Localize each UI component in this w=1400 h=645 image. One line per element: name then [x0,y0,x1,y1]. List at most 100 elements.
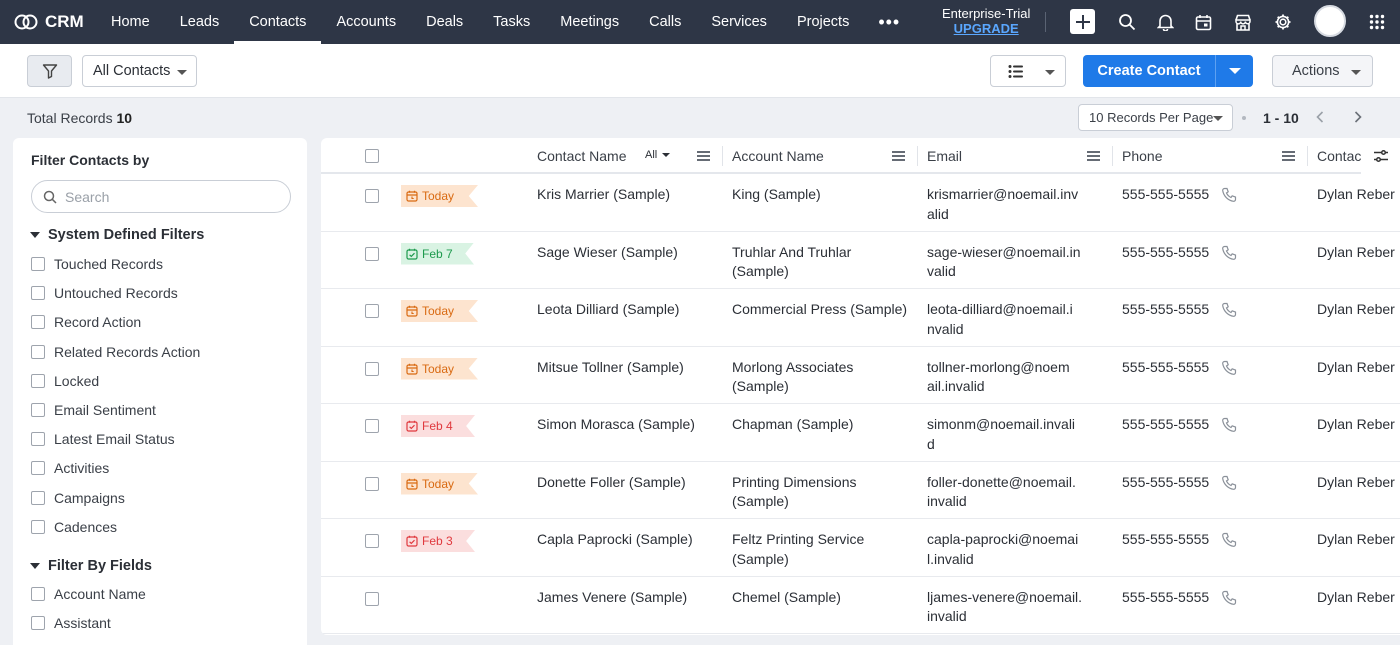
system-filter-item[interactable]: Record Action [31,314,141,330]
nav-item-projects[interactable]: Projects [782,0,864,44]
activity-tag[interactable]: Feb 7 [401,242,474,265]
table-row[interactable]: Feb 3 Capla Paprocki (Sample) Feltz Printi… [321,519,1400,577]
activity-tag[interactable]: Today [401,185,478,207]
filter-checkbox[interactable] [31,616,45,630]
activity-tag[interactable]: Feb 3 [401,530,475,552]
phone-call-button[interactable] [1221,187,1238,207]
table-row[interactable]: James Venere (Sample) Chemel (Sample) ljam… [321,577,1400,634]
filter-checkbox[interactable] [31,373,45,388]
table-row[interactable]: Today Kris Marrier (Sample) King (Sample) k… [321,174,1400,232]
nav-item-meetings[interactable]: Meetings [545,0,634,44]
email-link[interactable]: capla-paprocki@noemai l.invalid [927,530,1078,569]
filter-checkbox[interactable] [31,519,45,534]
account-name-link[interactable]: Feltz Printing Service (Sample) [732,530,864,569]
account-name-link[interactable]: Truhlar And Truhlar (Sample) [732,243,851,282]
contact-name-link[interactable]: Simon Morasca (Sample) [537,415,695,435]
column-header-email[interactable]: Email [927,138,962,174]
account-name-link[interactable]: Commercial Press (Sample) [732,300,907,320]
contact-name-link[interactable]: Leota Dilliard (Sample) [537,300,679,320]
row-checkbox[interactable] [365,246,379,261]
nav-item-accounts[interactable]: Accounts [321,0,411,44]
nav-item-tasks[interactable]: Tasks [478,0,545,44]
account-name-link[interactable]: King (Sample) [732,185,821,205]
actions-button[interactable]: Actions [1272,55,1373,87]
system-filter-item[interactable]: Cadences [31,519,117,535]
custom-view-select[interactable]: All Contacts [82,55,197,87]
contact-name-link[interactable]: James Venere (Sample) [537,588,687,608]
phone-value[interactable]: 555-555-5555 [1122,358,1209,378]
phone-value[interactable]: 555-555-5555 [1122,588,1209,608]
phone-value[interactable]: 555-555-5555 [1122,473,1209,493]
contact-name-link[interactable]: Mitsue Tollner (Sample) [537,358,684,378]
phone-call-button[interactable] [1221,590,1238,610]
upgrade-link[interactable]: UPGRADE [942,21,1030,36]
previous-page-button[interactable] [1311,108,1329,126]
column-header-phone[interactable]: Phone [1122,138,1162,174]
phone-value[interactable]: 555-555-5555 [1122,530,1209,550]
notifications-button[interactable] [1153,10,1177,34]
email-link[interactable]: sage-wieser@noemail.in valid [927,243,1081,282]
activity-tag[interactable]: Today [401,300,478,322]
nav-item-calls[interactable]: Calls [634,0,696,44]
system-filter-item[interactable]: Latest Email Status [31,431,175,447]
next-page-button[interactable] [1349,108,1367,126]
crm-logo[interactable]: CRM [0,12,96,32]
column-header-contact-name[interactable]: Contact Name [537,138,626,174]
phone-value[interactable]: 555-555-5555 [1122,185,1209,205]
phone-value[interactable]: 555-555-5555 [1122,415,1209,435]
activity-tag[interactable]: Feb 4 [401,415,475,437]
system-filter-item[interactable]: Activities [31,460,109,476]
apps-menu-button[interactable] [1365,10,1389,34]
more-nav-button[interactable]: ••• [864,0,914,44]
nav-item-leads[interactable]: Leads [165,0,235,44]
records-per-page-select[interactable]: 10 Records Per Page [1078,104,1233,131]
filter-checkbox[interactable] [31,286,45,301]
email-link[interactable]: simonm@noemail.invali d [927,415,1075,454]
view-mode-select[interactable] [990,55,1066,87]
field-filter-item[interactable]: Assistant [31,615,111,631]
contact-name-link[interactable]: Sage Wieser (Sample) [537,243,678,263]
filter-checkbox[interactable] [31,344,45,359]
phone-value[interactable]: 555-555-5555 [1122,300,1209,320]
column-header-account-name[interactable]: Account Name [732,138,824,174]
row-checkbox[interactable] [365,304,379,318]
phone-call-button[interactable] [1221,245,1238,265]
phone-call-button[interactable] [1221,302,1238,322]
row-checkbox[interactable] [365,189,379,203]
row-checkbox[interactable] [365,591,379,606]
phone-call-button[interactable] [1221,532,1238,552]
contact-name-link[interactable]: Kris Marrier (Sample) [537,185,670,205]
filter-toggle-button[interactable] [27,55,72,87]
contact-name-link[interactable]: Donette Foller (Sample) [537,473,686,493]
select-all-checkbox[interactable] [365,149,379,163]
filter-checkbox[interactable] [31,403,45,417]
column-header-contact-owner[interactable]: Contac [1317,138,1361,174]
field-filter-item[interactable]: Account Name [31,586,146,602]
row-checkbox[interactable] [365,476,379,491]
system-filters-section-toggle[interactable]: System Defined Filters [30,227,204,243]
quick-create-button[interactable] [1070,9,1095,34]
filter-checkbox[interactable] [31,257,45,271]
column-settings-button[interactable] [1361,138,1400,174]
table-row[interactable]: Today Leota Dilliard (Sample) Commercial P… [321,289,1400,347]
account-name-column-menu[interactable] [892,151,905,161]
phone-value[interactable]: 555-555-5555 [1122,243,1209,263]
row-checkbox[interactable] [365,419,379,433]
marketplace-button[interactable] [1231,10,1255,34]
filter-checkbox[interactable] [31,432,45,447]
activity-tag[interactable]: Today [401,357,478,380]
email-link[interactable]: foller-donette@noemail. invalid [927,473,1076,512]
contact-name-column-menu[interactable] [697,151,710,161]
search-button[interactable] [1115,10,1139,34]
create-options-dropdown[interactable] [1216,68,1253,74]
activity-tag[interactable]: Today [401,472,478,495]
filter-checkbox[interactable] [31,315,45,330]
nav-item-services[interactable]: Services [696,0,782,44]
email-column-menu[interactable] [1087,151,1100,161]
filter-search-input[interactable] [65,188,265,205]
nav-item-contacts[interactable]: Contacts [234,0,322,44]
table-row[interactable]: Today Mitsue Tollner (Sample) Morlong Asso… [321,347,1400,404]
row-checkbox[interactable] [365,361,379,376]
contact-name-filter-select[interactable]: All [645,149,671,161]
account-name-link[interactable]: Morlong Associates (Sample) [732,358,853,397]
